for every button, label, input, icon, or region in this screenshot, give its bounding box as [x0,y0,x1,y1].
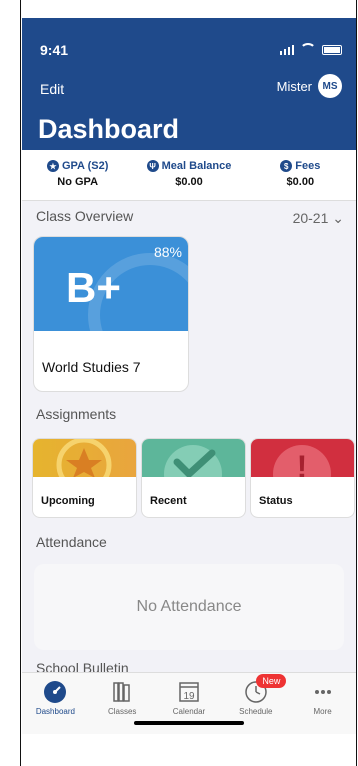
avatar[interactable]: MS [318,74,342,98]
recent-assignments-card[interactable]: Recent [141,438,246,518]
letter-grade: B+ [66,264,121,311]
utensils-icon: Ψ [146,160,159,172]
year-selector[interactable]: 20-21 ⌄ [293,210,344,227]
page-title: Dashboard [38,114,180,144]
dashboard-icon [22,680,89,704]
phone-screen: 9:41 Edit Mister MS Dashboard ★ GPA (S2) … [22,18,356,734]
alert-icon: ! [273,445,331,503]
assignments-heading: Assignments [36,406,117,422]
more-icon [289,680,356,704]
home-indicator[interactable] [134,721,244,725]
battery-icon [322,45,342,55]
stat-gpa[interactable]: ★ GPA (S2) No GPA [22,150,133,200]
star-icon: ★ [46,160,59,172]
books-icon [89,680,156,704]
calendar-icon: 19 [156,680,223,704]
app-header: 9:41 Edit Mister MS Dashboard [22,18,356,150]
upcoming-assignments-card[interactable]: Upcoming [32,438,137,518]
summary-stats: ★ GPA (S2) No GPA Ψ Meal Balance $0.00 $ Fe… [22,150,356,201]
user-menu[interactable]: Mister MS [277,74,342,98]
time: 9:41 [40,42,69,58]
bottom-tab-bar: Dashboard Classes 19 Calendar New Schedu… [22,672,356,734]
stat-fees[interactable]: $ Fees $0.00 [245,150,356,200]
svg-text:19: 19 [183,691,195,702]
signal-icon [280,45,294,55]
wifi-icon [300,43,316,57]
checkmark-icon [164,445,222,503]
class-overview-heading: Class Overview [36,208,134,224]
user-name: Mister [276,78,312,94]
dollar-icon: $ [280,160,293,172]
tab-dashboard[interactable]: Dashboard [22,673,89,734]
status-bar: 9:41 [40,42,342,58]
new-badge: New [256,674,287,688]
status-assignments-card[interactable]: ! Status [250,438,355,518]
grade-percent: 88% [153,244,182,260]
class-card-world-studies[interactable]: 88% B+ World Studies 7 [33,236,189,392]
stat-meal-balance[interactable]: Ψ Meal Balance $0.00 [133,150,244,200]
edit-button[interactable]: Edit [40,81,64,97]
attendance-empty-state: No Attendance [34,564,344,650]
star-icon [56,439,112,493]
class-name: World Studies 7 [42,359,141,375]
svg-text:!: ! [297,449,308,477]
attendance-heading: Attendance [36,534,107,550]
tab-more[interactable]: More [289,673,356,734]
